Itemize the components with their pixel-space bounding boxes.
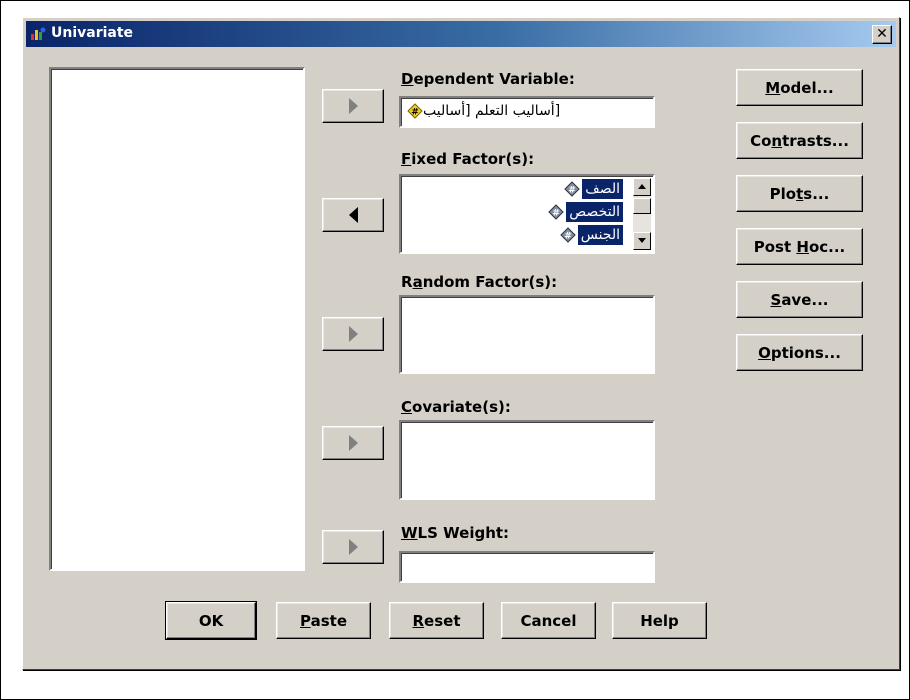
wls-weight-field[interactable] [399, 551, 655, 583]
post-hoc-button[interactable]: Post Hoc... [736, 228, 863, 265]
list-item[interactable]: # الصف [403, 178, 623, 200]
fixed-factors-list[interactable]: # الصف # التخصص # الجنس [399, 174, 655, 254]
title-bar[interactable]: Univariate ✕ [26, 21, 896, 47]
random-factors-list[interactable] [399, 295, 655, 374]
dependent-variable-field[interactable]: [أساليب التعلم [أساليب # [399, 96, 655, 128]
move-from-fixed-factors-button[interactable] [322, 198, 384, 232]
scale-variable-icon: # [548, 204, 564, 220]
source-variable-list[interactable] [49, 67, 305, 571]
arrow-right-icon [348, 326, 358, 342]
univariate-dialog: Univariate ✕ Dependent Variable: [أساليب… [22, 17, 900, 670]
reset-button[interactable]: Reset [389, 602, 484, 639]
wls-weight-label: WLS Weight: [401, 524, 510, 542]
arrow-right-icon [348, 435, 358, 451]
ok-button[interactable]: OK [165, 601, 257, 640]
scroll-down-button[interactable] [633, 232, 651, 250]
window-title: Univariate [51, 25, 134, 41]
svg-text:#: # [568, 186, 576, 196]
help-button[interactable]: Help [612, 602, 707, 639]
scroll-thumb[interactable] [633, 198, 651, 214]
dependent-variable-value: [أساليب التعلم [أساليب [423, 103, 561, 119]
close-button[interactable]: ✕ [872, 25, 892, 44]
svg-text:#: # [564, 232, 572, 242]
model-button[interactable]: Model... [736, 69, 863, 106]
scale-variable-icon: # [564, 181, 580, 197]
arrow-right-icon [348, 539, 358, 555]
options-button[interactable]: Options... [736, 334, 863, 371]
contrasts-button[interactable]: Contrasts... [736, 122, 863, 159]
spss-app-icon [31, 27, 46, 40]
svg-text:#: # [553, 209, 561, 219]
list-item[interactable]: # التخصص [403, 201, 623, 223]
fixed-factor-item: التخصص [566, 202, 623, 222]
fixed-factor-item: الصف [582, 179, 623, 199]
scroll-down-icon [638, 238, 646, 243]
fixed-factors-label: Fixed Factor(s): [401, 150, 535, 168]
fixed-factor-item: الجنس [576, 224, 625, 246]
covariates-list[interactable] [399, 420, 655, 500]
save-button[interactable]: Save... [736, 281, 863, 318]
fixed-factors-scrollbar[interactable] [633, 178, 651, 250]
move-to-random-factors-button[interactable] [322, 317, 384, 351]
random-factors-label: Random Factor(s): [401, 273, 558, 291]
arrow-right-icon [348, 98, 358, 114]
move-to-dependent-button[interactable] [322, 89, 384, 123]
arrow-left-icon [348, 207, 358, 223]
close-icon: ✕ [876, 26, 888, 42]
scroll-up-icon [638, 184, 646, 189]
covariates-label: Covariate(s): [401, 398, 511, 416]
scale-variable-icon: # [560, 227, 576, 243]
svg-text:#: # [411, 108, 419, 118]
list-item[interactable]: # الجنس [403, 224, 625, 246]
scale-variable-icon: # [407, 103, 423, 119]
move-to-wls-weight-button[interactable] [322, 530, 384, 564]
dependent-variable-label: Dependent Variable: [401, 70, 575, 88]
move-to-covariates-button[interactable] [322, 426, 384, 460]
cancel-button[interactable]: Cancel [501, 602, 596, 639]
scroll-up-button[interactable] [633, 178, 651, 196]
paste-button[interactable]: Paste [276, 602, 371, 639]
plots-button[interactable]: Plots... [736, 175, 863, 212]
